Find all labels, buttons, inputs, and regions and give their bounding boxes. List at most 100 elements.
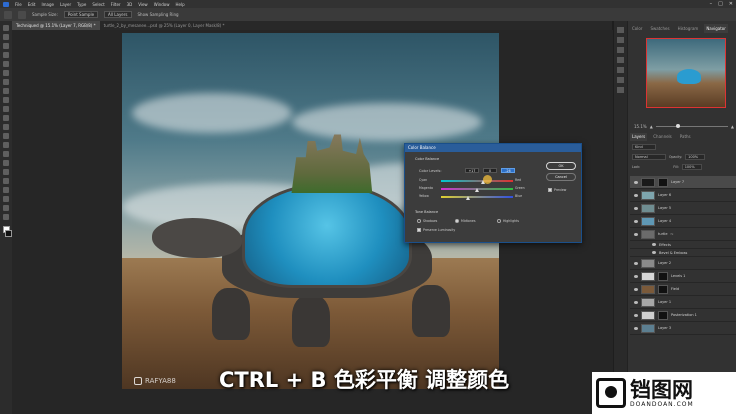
tab-layers[interactable]: Layers [630,133,648,141]
layer-thumbnail[interactable] [641,310,655,320]
quick-select-tool-icon[interactable] [3,52,9,58]
visibility-eye-icon[interactable] [634,206,638,210]
layer-effects-icon[interactable]: fx [671,232,674,236]
slider-yellow-blue[interactable]: Yellow Blue [419,194,529,200]
brushes-panel-icon[interactable] [617,57,624,63]
tab-navigator[interactable]: Navigator [704,24,728,33]
preserve-luminosity-checkbox[interactable] [417,228,421,232]
layer-thumbnail[interactable] [641,323,655,333]
menu-help[interactable]: Help [175,2,184,7]
layer-mask-thumbnail[interactable] [658,284,668,294]
menu-image[interactable]: Image [41,2,54,7]
radio-highlights[interactable] [497,219,501,223]
eyedropper-tool-icon[interactable] [18,10,26,19]
layer-thumbnail[interactable] [641,297,655,307]
layer-row[interactable]: Layer 2 [630,257,736,270]
eyedropper-icon[interactable] [3,79,9,85]
eraser-icon[interactable] [3,124,9,130]
shape-tool-icon[interactable] [3,187,9,193]
slider-track[interactable] [441,188,513,192]
layer-row[interactable]: Bevel & Emboss [630,249,736,257]
type-tool-icon[interactable] [3,169,9,175]
history-panel-icon[interactable] [617,27,624,33]
slider-knob[interactable] [465,196,470,200]
cancel-button[interactable]: Cancel [546,173,576,181]
layer-row[interactable]: Levels 1 [630,270,736,283]
menu-edit[interactable]: Edit [28,2,36,7]
kind-filter-select[interactable]: Kind [632,144,656,150]
hand-tool-icon[interactable] [3,196,9,202]
zoom-slider[interactable] [655,123,728,128]
layer-row[interactable]: Layer 6 [630,189,736,202]
tab-document-2[interactable]: turtle_2_by_mesanee...psd @ 25% (Layer 0… [100,21,229,30]
gradient-tool-icon[interactable] [3,133,9,139]
layer-row[interactable]: Effects [630,241,736,249]
layer-row[interactable]: Layer 7 [630,176,736,189]
paragraph-panel-icon[interactable] [617,77,624,83]
zoom-slider-knob[interactable] [675,123,680,128]
layer-thumbnail[interactable] [641,190,655,200]
fill-input[interactable]: 100% [681,164,702,170]
tab-color[interactable]: Color [630,24,644,33]
brush-tool-icon[interactable] [3,97,9,103]
navigator-preview[interactable] [646,38,726,108]
visibility-eye-icon[interactable] [634,232,638,236]
layer-thumbnail[interactable] [641,203,655,213]
tab-document-1[interactable]: Techniqued @ 15.1% (Layer 7, RGB/8) * [12,21,100,30]
path-select-icon[interactable] [3,178,9,184]
zoom-tool-icon[interactable] [3,205,9,211]
layer-row[interactable]: Layer 1 [630,296,736,309]
adjustments-panel-icon[interactable] [617,47,624,53]
layer-row[interactable]: Field [630,283,736,296]
show-sampling-ring-checkbox[interactable]: Show Sampling Ring [138,12,179,17]
tab-swatches[interactable]: Swatches [648,24,671,33]
healing-brush-icon[interactable] [3,88,9,94]
layer-mask-thumbnail[interactable] [658,310,668,320]
menu-filter[interactable]: Filter [111,2,121,7]
layer-thumbnail[interactable] [641,216,655,226]
layer-mask-thumbnail[interactable] [658,177,668,187]
visibility-eye-icon[interactable] [634,193,638,197]
background-color-swatch[interactable] [4,230,12,237]
frame-tool-icon[interactable] [3,70,9,76]
visibility-eye-icon[interactable] [634,274,638,278]
zoom-value[interactable]: 15.1% [634,124,647,129]
layer-thumbnail[interactable] [641,284,655,294]
slider-magenta-green[interactable]: Magenta Green [419,186,529,192]
layer-row[interactable]: Layer 3 [630,322,736,335]
layer-thumbnail[interactable] [641,177,655,187]
slider-track[interactable] [441,180,513,184]
layer-thumbnail[interactable] [641,271,655,281]
info-panel-icon[interactable] [617,87,624,93]
maximize-icon[interactable]: □ [718,1,723,7]
visibility-eye-icon[interactable] [634,219,638,223]
layer-row[interactable]: Posterization 1 [630,309,736,322]
slider-knob[interactable] [475,188,479,192]
slider-cyan-red[interactable]: Cyan Red [419,178,529,184]
slider-track[interactable] [441,196,513,200]
pen-tool-icon[interactable] [3,160,9,166]
crop-tool-icon[interactable] [3,61,9,67]
level-magenta-green-input[interactable]: 0 [483,168,497,173]
zoom-in-icon[interactable]: ▲ [731,124,734,129]
radio-shadows[interactable] [417,219,421,223]
tab-paths[interactable]: Paths [678,133,693,141]
level-yellow-blue-input[interactable]: -26 [501,168,515,173]
properties-panel-icon[interactable] [617,37,624,43]
visibility-eye-icon[interactable] [634,313,638,317]
radio-midtones[interactable] [455,219,459,223]
layer-row[interactable]: Layer 5 [630,202,736,215]
visibility-eye-icon[interactable] [652,243,656,246]
lasso-tool-icon[interactable] [3,43,9,49]
layer-row[interactable]: Layer 4 [630,215,736,228]
visibility-eye-icon[interactable] [634,180,638,184]
visibility-eye-icon[interactable] [634,287,638,291]
close-icon[interactable]: ✕ [729,1,733,7]
visibility-eye-icon[interactable] [634,300,638,304]
sample-layers-select[interactable]: All Layers [104,11,132,18]
menu-select[interactable]: Select [92,2,104,7]
layer-row[interactable]: turtle fx [630,228,736,241]
visibility-eye-icon[interactable] [652,251,656,254]
layer-thumbnail[interactable] [641,229,655,239]
opacity-input[interactable]: 100% [685,154,706,160]
